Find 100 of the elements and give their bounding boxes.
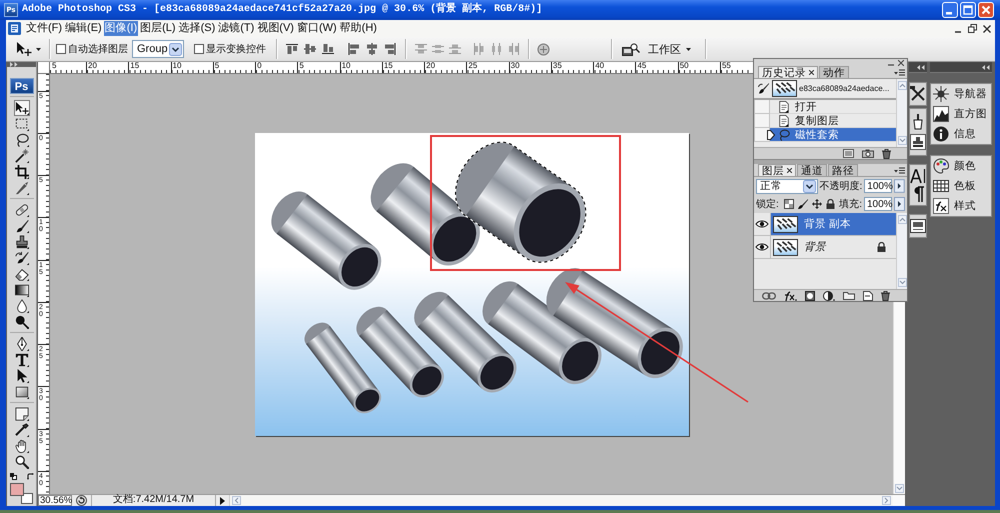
collapse-icon[interactable] xyxy=(917,64,925,70)
history-brush-icon[interactable] xyxy=(14,250,30,266)
stamp-icon[interactable] xyxy=(910,134,926,150)
horizontal-scrollbar[interactable] xyxy=(229,495,893,506)
menu-arrow-icon[interactable] xyxy=(220,496,225,504)
hand-icon[interactable] xyxy=(14,438,30,454)
restore-icon[interactable] xyxy=(968,24,977,33)
layer-row[interactable]: 背景 副本 xyxy=(771,213,896,235)
panel-menu-icon[interactable] xyxy=(894,166,905,174)
mask-icon[interactable] xyxy=(805,290,815,300)
crossed-tools-icon[interactable] xyxy=(910,86,926,102)
menu-item[interactable]: 视图(V) xyxy=(256,21,295,36)
eraser-icon[interactable] xyxy=(14,266,30,282)
monitor-magnifier-icon[interactable] xyxy=(622,42,640,56)
scrollbar[interactable] xyxy=(896,79,907,147)
align-middle-icon[interactable] xyxy=(303,43,317,55)
zoom-field[interactable]: 30.56% xyxy=(38,495,72,506)
checkbox[interactable] xyxy=(194,44,204,54)
menu-item[interactable]: 窗口(W) xyxy=(296,21,338,36)
panel-button[interactable]: 直方图 xyxy=(931,104,991,124)
auto-select-dropdown[interactable]: Group xyxy=(132,40,184,58)
swap-arrow-icon[interactable] xyxy=(26,473,34,480)
history-step[interactable]: 打开 xyxy=(770,100,896,114)
close-icon[interactable] xyxy=(809,70,814,75)
knife-icon[interactable] xyxy=(14,180,30,196)
marquee-icon[interactable] xyxy=(14,116,30,132)
foreground-color-swatch[interactable] xyxy=(10,483,24,496)
eyedropper-icon[interactable] xyxy=(14,422,30,438)
scroll-up-arrow-icon[interactable] xyxy=(898,215,906,224)
align-left-icon[interactable] xyxy=(347,43,361,55)
layer-row[interactable]: 背景 xyxy=(771,236,896,258)
move-tool-icon[interactable] xyxy=(14,100,30,116)
fx-icon[interactable] xyxy=(784,290,797,300)
scroll-down-arrow-icon[interactable] xyxy=(898,278,906,287)
background-color-swatch[interactable] xyxy=(20,493,32,504)
app-icon[interactable] xyxy=(8,22,21,35)
checkerboard-icon[interactable] xyxy=(784,199,794,209)
history-state-marker-icon[interactable] xyxy=(767,130,775,140)
snapshot-name[interactable]: e83ca68089a24aedace... xyxy=(799,84,890,93)
maximize-icon[interactable] xyxy=(960,2,976,18)
default-colors-icon[interactable] xyxy=(10,473,16,480)
menu-item[interactable]: 编辑(E) xyxy=(64,21,103,36)
brush-icon[interactable] xyxy=(798,199,808,209)
folder-icon[interactable] xyxy=(843,291,855,300)
history-source-toggle[interactable] xyxy=(754,114,770,128)
blend-mode-dropdown[interactable]: 正常 xyxy=(756,178,818,194)
lock-icon[interactable] xyxy=(826,199,835,209)
half-circle-icon[interactable] xyxy=(823,290,835,300)
align-center-icon[interactable] xyxy=(365,43,379,55)
workspace-menu-button[interactable]: 工作区 xyxy=(644,40,695,58)
eye-icon[interactable] xyxy=(755,219,769,229)
close-icon[interactable] xyxy=(787,168,792,173)
layer-comps-icon[interactable] xyxy=(910,218,926,234)
scroll-up-arrow-icon[interactable] xyxy=(898,81,906,90)
new-layer-icon[interactable] xyxy=(863,290,873,300)
eye-icon[interactable] xyxy=(755,242,769,252)
panel-tab[interactable]: 图层 xyxy=(758,164,796,176)
auto-align-icon[interactable] xyxy=(537,42,550,56)
panel-button[interactable]: 信息 xyxy=(931,124,991,144)
panel-button[interactable]: 颜色 xyxy=(931,156,991,176)
panel-tab[interactable]: 路径 xyxy=(828,164,858,176)
close-icon[interactable] xyxy=(983,24,991,32)
fill-field[interactable]: 100% xyxy=(864,197,892,211)
opacity-field[interactable]: 100% xyxy=(864,179,892,193)
dodge-icon[interactable] xyxy=(14,314,30,330)
camera-icon[interactable] xyxy=(862,149,874,158)
panel-menu-icon[interactable] xyxy=(894,68,905,76)
close-icon[interactable] xyxy=(898,60,904,66)
scroll-left-arrow-icon[interactable] xyxy=(232,496,241,505)
zoom-icon[interactable] xyxy=(14,454,30,470)
panel-button[interactable]: 样式 xyxy=(931,196,991,216)
app-logo[interactable]: Ps xyxy=(10,78,34,94)
align-bottom-icon[interactable] xyxy=(321,43,335,55)
trash-icon[interactable] xyxy=(882,148,891,158)
collapse-icon[interactable] xyxy=(982,64,990,70)
panel-button[interactable]: 导航器 xyxy=(931,84,991,104)
ruler-origin[interactable] xyxy=(38,62,50,74)
align-right-icon[interactable] xyxy=(383,43,397,55)
note-icon[interactable] xyxy=(14,406,30,422)
menu-item[interactable]: 图像(I) xyxy=(104,21,138,36)
panel-tab[interactable]: 动作 xyxy=(819,66,849,78)
menu-item[interactable]: 滤镜(T) xyxy=(217,21,256,36)
tool-preset-picker[interactable] xyxy=(14,39,43,59)
scroll-down-arrow-icon[interactable] xyxy=(898,136,906,145)
menu-item[interactable]: 帮助(H) xyxy=(338,21,378,36)
history-source-toggle[interactable] xyxy=(754,100,770,114)
history-step[interactable]: 磁性套索 xyxy=(770,128,896,142)
panel-tab[interactable]: 通道 xyxy=(797,164,827,176)
scroll-right-arrow-icon[interactable] xyxy=(882,496,891,505)
new-document-icon[interactable] xyxy=(843,149,854,158)
stamp-icon[interactable] xyxy=(14,234,30,250)
scrollbar[interactable] xyxy=(896,213,907,289)
align-top-icon[interactable] xyxy=(285,43,299,55)
checkbox[interactable] xyxy=(56,44,66,54)
menu-item[interactable]: 图层(L) xyxy=(139,21,177,36)
scroll-down-arrow-icon[interactable] xyxy=(895,484,904,493)
character-icon[interactable] xyxy=(910,168,926,184)
rectangle-icon[interactable] xyxy=(14,384,30,400)
gradient-icon[interactable] xyxy=(14,282,30,298)
menu-item[interactable]: 选择(S) xyxy=(178,21,216,36)
